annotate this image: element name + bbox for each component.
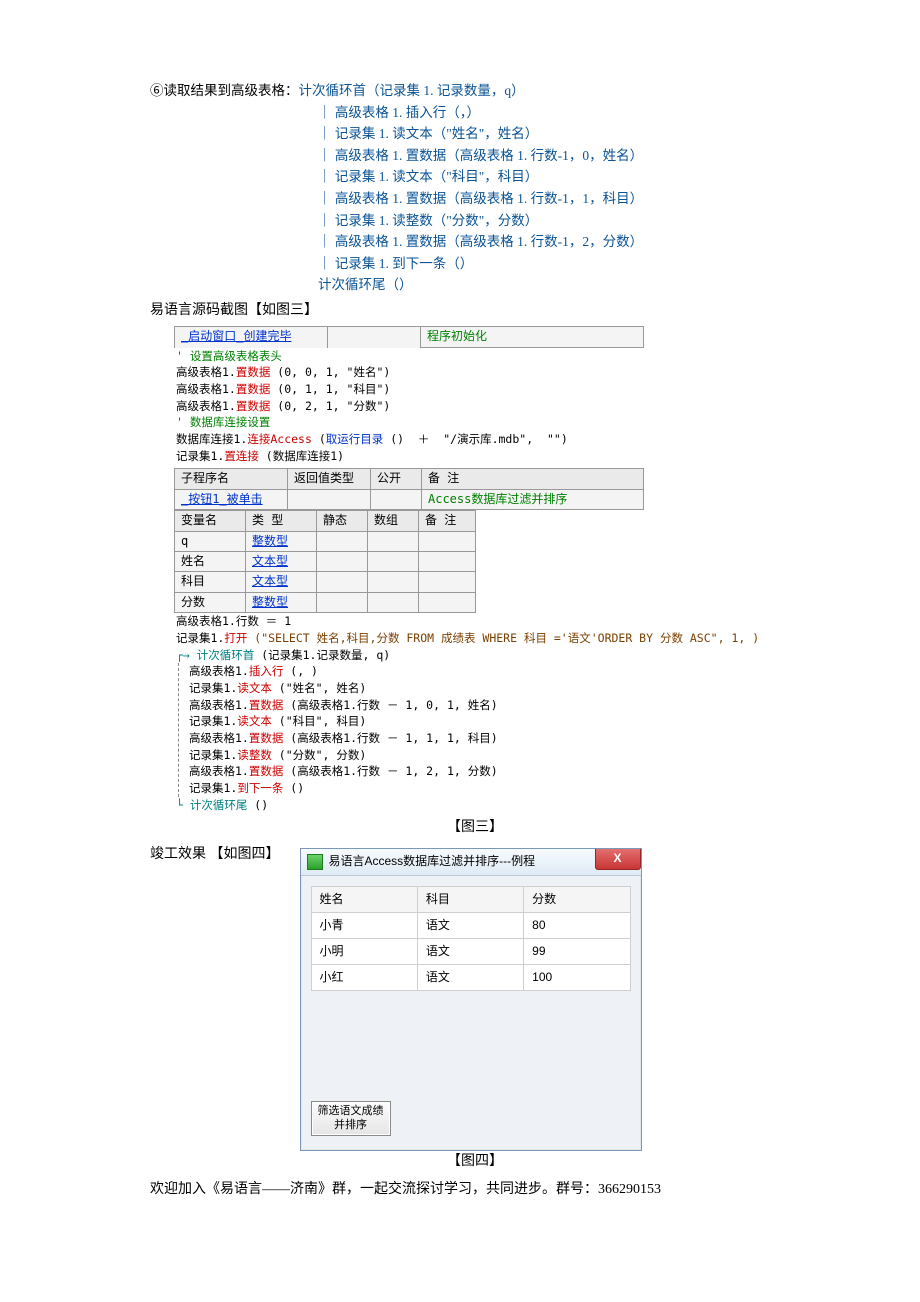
result-table: 姓名 科目 分数 小青语文80小明语文99小红语文100 — [311, 886, 631, 992]
ide-line: 高级表格1.置数据 (高级表格1.行数 － 1, 2, 1, 分数) — [187, 763, 644, 780]
code-line: ｜ 记录集 1. 读文本（"科目"，科目） — [150, 166, 800, 188]
app-window-wrap: 易语言Access数据库过滤并排序---例程 X 姓名 科目 分数 小青语文80… — [300, 848, 642, 1151]
fig4-caption: 【图四】 — [150, 1151, 800, 1173]
code-line: ｜ 高级表格 1. 置数据（高级表格 1. 行数-1，2，分数） — [150, 231, 800, 253]
ide-var-row: 科目文本型 — [174, 571, 476, 591]
table-row: 小明语文99 — [311, 938, 630, 964]
ide-line: 记录集1.读文本 ("姓名", 姓名) — [187, 680, 644, 697]
ide-line: 高级表格1.行数 ＝ 1 — [174, 613, 644, 630]
ide-var-row: 分数整数型 — [174, 592, 476, 613]
ide-line: 高级表格1.插入行 (, ) — [187, 663, 644, 680]
fig3-caption: 【图三】 — [150, 817, 800, 839]
ide-line: 记录集1.读文本 ("科目", 科目) — [187, 713, 644, 730]
ide-comment: ' 数据库连接设置 — [174, 414, 644, 431]
app-icon — [307, 854, 323, 870]
ide-comment: ' 设置高级表格表头 — [174, 348, 644, 365]
ide-var-header: 变量名 类 型 静态 数组 备 注 — [174, 510, 476, 530]
loop-head: ┌→ 计次循环首 (记录集1.记录数量, q) — [174, 647, 644, 664]
code-line: 计次循环尾（） — [150, 274, 800, 296]
loop-body: 高级表格1.插入行 (, )记录集1.读文本 ("姓名", 姓名)高级表格1.置… — [178, 663, 644, 796]
code-line: ｜ 高级表格 1. 插入行（，） — [150, 102, 800, 124]
col-score: 分数 — [524, 886, 630, 912]
filter-sort-button[interactable]: 筛选语文成绩并排序 — [311, 1101, 391, 1135]
table-row: 小青语文80 — [311, 912, 630, 938]
ide-line: 记录集1.置连接 (数据库连接1) — [174, 448, 644, 465]
code-line: ｜ 高级表格 1. 置数据（高级表格 1. 行数-1，1，科目） — [150, 188, 800, 210]
step6-first-line: ⑥读取结果到高级表格：计次循环首（记录集 1. 记录数量，q） — [150, 80, 800, 102]
ide-line: 记录集1.读整数 ("分数", 分数) — [187, 747, 644, 764]
col-name: 姓名 — [311, 886, 417, 912]
step6-block: ⑥读取结果到高级表格：计次循环首（记录集 1. 记录数量，q） ｜ 高级表格 1… — [150, 80, 800, 296]
code-line: ｜ 高级表格 1. 置数据（高级表格 1. 行数-1，0，姓名） — [150, 145, 800, 167]
fig3-heading: 易语言源码截图【如图三】 — [150, 300, 800, 322]
titlebar: 易语言Access数据库过滤并排序---例程 X — [301, 849, 641, 876]
col-subject: 科目 — [417, 886, 523, 912]
close-button[interactable]: X — [595, 849, 641, 870]
table-row: 小红语文100 — [311, 965, 630, 991]
ide-line: 高级表格1.置数据 (0, 2, 1, "分数") — [174, 398, 644, 415]
code-line: ｜ 记录集 1. 读整数（"分数"，分数） — [150, 210, 800, 232]
ide-line: 数据库连接1.连接Access (取运行目录 () ＋ "/演示库.mdb", … — [174, 431, 644, 448]
ide-line: 高级表格1.置数据 (0, 1, 1, "科目") — [174, 381, 644, 398]
ide-screenshot: _启动窗口_创建完毕 程序初始化 ' 设置高级表格表头 高级表格1.置数据 (0… — [174, 326, 644, 813]
ide-line: 高级表格1.置数据 (0, 0, 1, "姓名") — [174, 364, 644, 381]
code-line: ｜ 记录集 1. 到下一条（） — [150, 253, 800, 275]
ide-subprog-row: _按钮1_被单击 Access数据库过滤并排序 — [174, 489, 644, 510]
ide-line: 记录集1.到下一条 () — [187, 780, 644, 797]
ide-var-row: q整数型 — [174, 531, 476, 551]
footer-text: 欢迎加入《易语言——济南》群，一起交流探讨学习，共同进步。群号：36629015… — [150, 1179, 800, 1201]
fig4-heading: 竣工效果 【如图四】 — [150, 840, 280, 866]
ide-var-row: 姓名文本型 — [174, 551, 476, 571]
ide-sub-header-row: _启动窗口_创建完毕 程序初始化 — [174, 326, 644, 347]
code-line: ｜ 记录集 1. 读文本（"姓名"，姓名） — [150, 123, 800, 145]
loop-tail: └ 计次循环尾 () — [174, 797, 644, 814]
table-header-row: 姓名 科目 分数 — [311, 886, 630, 912]
ide-line: 高级表格1.置数据 (高级表格1.行数 － 1, 0, 1, 姓名) — [187, 697, 644, 714]
ide-line: 高级表格1.置数据 (高级表格1.行数 － 1, 1, 1, 科目) — [187, 730, 644, 747]
ide-subprog-header: 子程序名 返回值类型 公开 备 注 — [174, 468, 644, 488]
window-title: 易语言Access数据库过滤并排序---例程 — [329, 852, 536, 871]
ide-line: 记录集1.打开 ("SELECT 姓名,科目,分数 FROM 成绩表 WHERE… — [174, 630, 644, 647]
app-window: 易语言Access数据库过滤并排序---例程 X 姓名 科目 分数 小青语文80… — [300, 848, 642, 1151]
sub-name: _启动窗口_创建完毕 — [181, 329, 291, 343]
